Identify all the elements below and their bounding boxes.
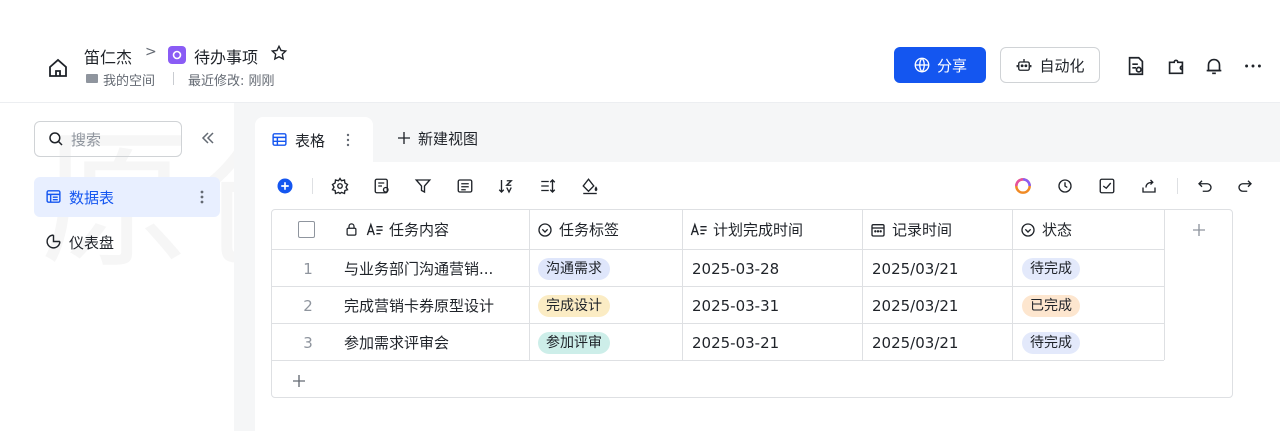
- column-header-content[interactable]: 任务内容: [344, 211, 449, 248]
- tag-badge: 参加评审: [538, 331, 610, 354]
- more-vertical-icon[interactable]: [194, 188, 210, 206]
- status-badge: 已完成: [1022, 294, 1080, 317]
- column-header-status[interactable]: 状态: [1020, 211, 1072, 248]
- cell-status[interactable]: 待完成: [1022, 324, 1080, 361]
- share-label: 分享: [936, 56, 967, 75]
- data-table: 任务内容 任务标签 计划完成时间 记录时间 状态 1 与业务部门沟通营销... …: [271, 209, 1233, 398]
- ai-assistant-icon[interactable]: [1013, 176, 1033, 196]
- bell-icon[interactable]: [1203, 55, 1225, 77]
- cell-tag[interactable]: 沟通需求: [538, 250, 610, 287]
- add-record-icon[interactable]: [276, 177, 294, 195]
- history-icon[interactable]: [1056, 177, 1074, 195]
- row-number: 2: [303, 296, 313, 315]
- tab-label: 表格: [295, 132, 326, 150]
- tag-badge: 完成设计: [538, 294, 610, 317]
- cell-recorded[interactable]: 2025/03/21: [872, 324, 958, 361]
- row-number: 1: [303, 259, 313, 278]
- home-icon[interactable]: [46, 56, 70, 80]
- fill-color-icon[interactable]: [581, 177, 599, 195]
- sidebar-item-label: 数据表: [69, 189, 115, 207]
- breadcrumb-separator: >: [145, 44, 157, 60]
- lock-icon: [346, 223, 357, 236]
- grid-icon: [271, 131, 288, 148]
- automation-label: 自动化: [1039, 56, 1085, 75]
- sort-icon[interactable]: [497, 177, 515, 195]
- cell-content[interactable]: 完成营销卡券原型设计: [344, 287, 494, 324]
- search-icon: [49, 132, 63, 146]
- cell-plan-date[interactable]: 2025-03-28: [692, 250, 779, 287]
- cell-plan-date[interactable]: 2025-03-31: [692, 287, 779, 324]
- search-input[interactable]: 搜索: [34, 121, 182, 157]
- modified-label: 最近修改: 刚刚: [188, 74, 275, 89]
- redo-icon[interactable]: [1236, 177, 1254, 195]
- new-view-button[interactable]: 新建视图: [418, 128, 478, 149]
- select-icon: [1021, 222, 1035, 237]
- meta-divider: [173, 72, 174, 85]
- tab-more-icon[interactable]: [343, 131, 353, 149]
- col-divider: [1012, 210, 1013, 360]
- tab-table[interactable]: 表格: [255, 117, 373, 162]
- sidebar-item-label: 仪表盘: [69, 234, 115, 252]
- field-settings-icon[interactable]: [373, 177, 391, 195]
- search-placeholder: 搜索: [71, 130, 102, 149]
- status-badge: 待完成: [1022, 331, 1080, 354]
- col-divider: [529, 210, 530, 360]
- cell-tag[interactable]: 参加评审: [538, 324, 610, 361]
- doc-title[interactable]: 待办事项: [194, 44, 258, 68]
- cell-status[interactable]: 已完成: [1022, 287, 1080, 324]
- dashboard-icon: [45, 233, 62, 250]
- col-divider: [862, 210, 863, 360]
- checkbox-task-icon[interactable]: [1098, 177, 1116, 195]
- select-icon: [538, 222, 552, 237]
- header: 笛仁杰 > 待办事项 我的空间 最近修改: 刚刚 分享 自动化: [30, 30, 1280, 102]
- share-button[interactable]: 分享: [894, 47, 986, 83]
- calendar-icon: [871, 223, 885, 237]
- sidebar-item-dashboard[interactable]: 仪表盘: [34, 222, 220, 262]
- cell-recorded[interactable]: 2025/03/21: [872, 287, 958, 324]
- group-icon[interactable]: [456, 177, 474, 195]
- plugin-icon[interactable]: [1165, 55, 1187, 77]
- column-header-recorded[interactable]: 记录时间: [870, 211, 952, 248]
- row-number: 3: [303, 333, 313, 352]
- cell-content[interactable]: 与业务部门沟通营销...: [344, 250, 493, 287]
- text-icon: [366, 222, 383, 236]
- row-height-icon[interactable]: [539, 177, 557, 195]
- globe-icon: [914, 57, 930, 73]
- more-icon[interactable]: [1242, 55, 1264, 77]
- plus-icon: [396, 130, 412, 146]
- col-divider: [682, 210, 683, 360]
- toolbar-divider-right: [1177, 178, 1178, 194]
- automation-button[interactable]: 自动化: [1000, 47, 1100, 83]
- undo-icon[interactable]: [1196, 177, 1214, 195]
- add-row-icon[interactable]: [290, 362, 308, 399]
- toolbar-divider: [312, 178, 313, 194]
- table-icon: [45, 188, 62, 205]
- cell-recorded[interactable]: 2025/03/21: [872, 250, 958, 287]
- star-icon[interactable]: [270, 44, 288, 62]
- column-header-plan-date[interactable]: 计划完成时间: [690, 211, 803, 248]
- doc-app-icon: [168, 46, 186, 64]
- cell-status[interactable]: 待完成: [1022, 250, 1080, 287]
- folder-icon: [86, 74, 98, 83]
- space-label[interactable]: 我的空间: [103, 70, 155, 89]
- share-export-icon[interactable]: [1140, 177, 1158, 195]
- add-column-icon[interactable]: [1190, 211, 1208, 248]
- text-icon: [690, 222, 707, 236]
- filter-icon[interactable]: [414, 177, 432, 195]
- column-header-tag[interactable]: 任务标签: [537, 211, 619, 248]
- sidebar-item-datatable[interactable]: 数据表: [34, 177, 220, 217]
- settings-icon[interactable]: [331, 177, 349, 195]
- col-divider: [1164, 210, 1165, 360]
- collapse-sidebar-icon[interactable]: [198, 128, 218, 148]
- status-badge: 待完成: [1022, 257, 1080, 280]
- robot-icon: [1017, 59, 1032, 71]
- breadcrumb-user[interactable]: 笛仁杰: [84, 44, 132, 68]
- tag-badge: 沟通需求: [538, 257, 610, 280]
- cell-content[interactable]: 参加需求评审会: [344, 324, 449, 361]
- cell-tag[interactable]: 完成设计: [538, 287, 610, 324]
- cell-plan-date[interactable]: 2025-03-21: [692, 324, 779, 361]
- document-search-icon[interactable]: [1125, 55, 1147, 77]
- select-all-checkbox[interactable]: [298, 211, 315, 248]
